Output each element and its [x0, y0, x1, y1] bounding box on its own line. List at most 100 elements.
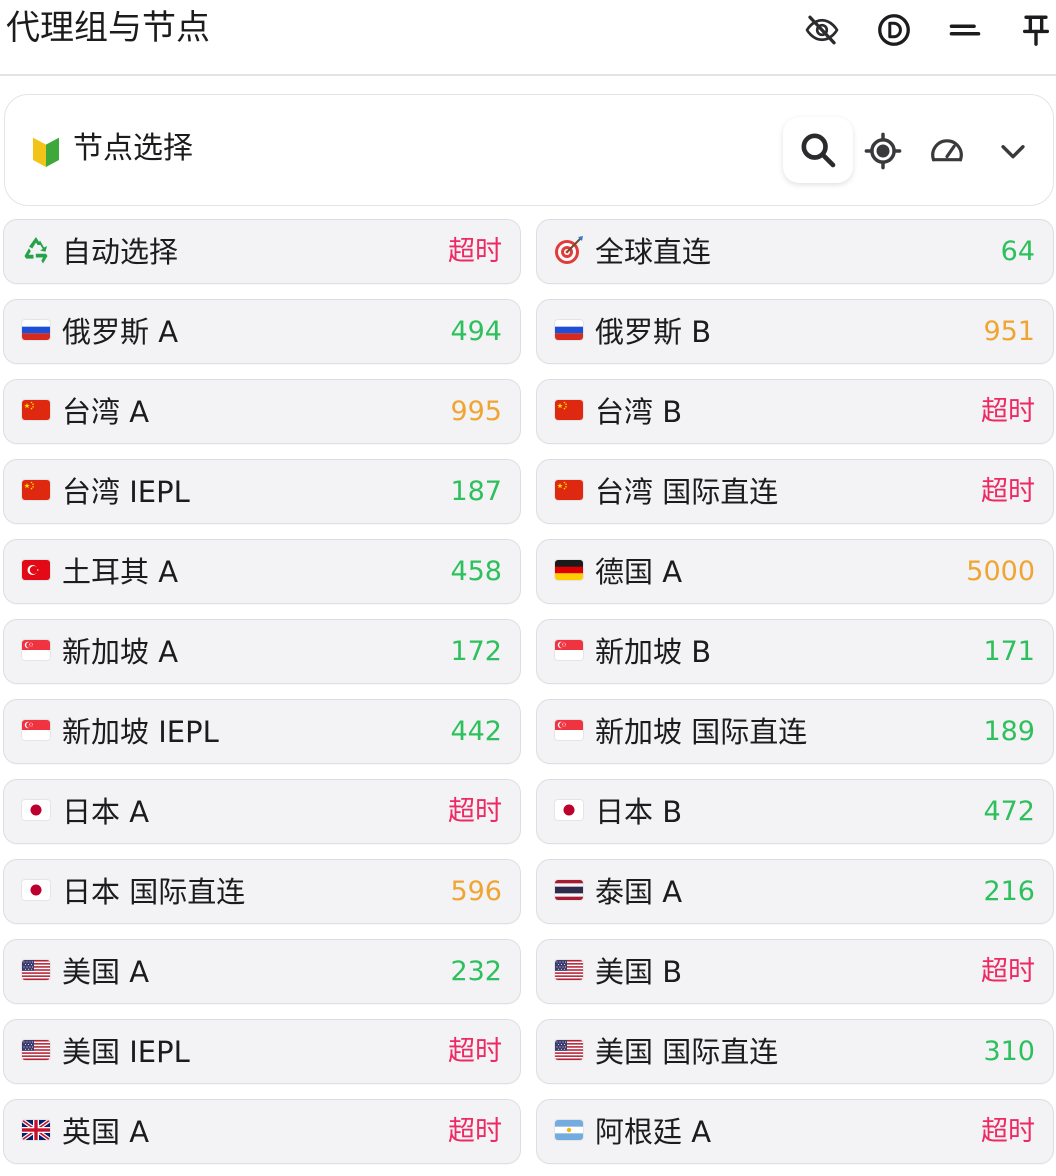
us-flag-icon	[555, 1040, 583, 1060]
sg-flag-icon	[22, 640, 50, 660]
title-bar: 代理组与节点	[0, 0, 1056, 76]
node-delay[interactable]: 232	[450, 952, 502, 992]
proxy-node-card[interactable]: 全球直连 64	[536, 219, 1054, 284]
tw-flag-icon	[22, 480, 50, 500]
tw-flag-icon	[555, 480, 583, 500]
node-delay[interactable]: 187	[450, 472, 502, 512]
node-delay[interactable]: 超时	[981, 1112, 1035, 1152]
node-delay[interactable]: 995	[450, 392, 502, 432]
node-delay[interactable]: 472	[983, 792, 1035, 832]
node-delay[interactable]: 超时	[448, 792, 502, 832]
chevron-down-icon[interactable]	[991, 129, 1035, 173]
node-name: 自动选择	[62, 235, 179, 269]
node-delay[interactable]: 64	[1001, 232, 1035, 272]
proxy-node-card[interactable]: 美国 A 232	[3, 939, 521, 1004]
node-delay[interactable]: 442	[450, 712, 502, 752]
node-delay[interactable]: 458	[450, 552, 502, 592]
proxy-node-card[interactable]: 泰国 A 216	[536, 859, 1054, 924]
search-icon	[801, 133, 836, 168]
node-name: 台湾 B	[595, 395, 683, 429]
proxy-node-card[interactable]: 阿根廷 A 超时	[536, 1099, 1054, 1164]
tr-flag-icon	[22, 560, 50, 580]
proxy-node-card[interactable]: 俄罗斯 B 951	[536, 299, 1054, 364]
proxy-node-card[interactable]: 自动选择 超时	[3, 219, 521, 284]
node-name: 俄罗斯 B	[595, 315, 712, 349]
node-name: 土耳其 A	[62, 555, 179, 589]
tw-flag-icon	[22, 400, 50, 420]
us-flag-icon	[22, 1040, 50, 1060]
node-name: 美国 A	[62, 955, 150, 989]
eye-slash-icon[interactable]	[802, 10, 842, 50]
page-title: 代理组与节点	[6, 8, 210, 48]
node-delay[interactable]: 超时	[981, 472, 1035, 512]
th-flag-icon	[555, 880, 583, 900]
sg-flag-icon	[555, 720, 583, 740]
node-delay[interactable]: 216	[983, 872, 1035, 912]
sg-flag-icon	[555, 640, 583, 660]
node-name: 新加坡 B	[595, 635, 712, 669]
proxy-node-card[interactable]: 台湾 IEPL 187	[3, 459, 521, 524]
proxy-node-card[interactable]: 英国 A 超时	[3, 1099, 521, 1164]
pin-icon[interactable]	[1016, 10, 1056, 50]
target-icon	[553, 234, 585, 266]
locate-icon[interactable]	[861, 129, 905, 173]
node-delay[interactable]: 171	[983, 632, 1035, 672]
node-delay[interactable]: 超时	[448, 1032, 502, 1072]
node-delay[interactable]: 172	[450, 632, 502, 672]
proxy-node-card[interactable]: 台湾 A 995	[3, 379, 521, 444]
node-name: 俄罗斯 A	[62, 315, 179, 349]
proxy-group-header[interactable]: 节点选择	[4, 94, 1054, 206]
node-delay[interactable]: 494	[450, 312, 502, 352]
proxy-node-card[interactable]: 德国 A 5000	[536, 539, 1054, 604]
speed-test-icon[interactable]	[925, 129, 969, 173]
node-delay[interactable]: 超时	[448, 1112, 502, 1152]
node-name: 新加坡 国际直连	[595, 715, 808, 749]
node-name: 台湾 国际直连	[595, 475, 779, 509]
node-name: 日本 B	[595, 795, 683, 829]
group-name: 节点选择	[73, 131, 193, 166]
proxy-node-card[interactable]: 土耳其 A 458	[3, 539, 521, 604]
node-delay[interactable]: 5000	[966, 552, 1035, 592]
node-delay[interactable]: 596	[450, 872, 502, 912]
node-name: 英国 A	[62, 1115, 150, 1149]
node-name: 全球直连	[595, 235, 712, 269]
node-name: 德国 A	[595, 555, 683, 589]
proxy-node-card[interactable]: 日本 B 472	[536, 779, 1054, 844]
proxy-node-card[interactable]: 台湾 B 超时	[536, 379, 1054, 444]
node-name: 日本 国际直连	[62, 875, 246, 909]
node-delay[interactable]: 超时	[981, 952, 1035, 992]
search-button[interactable]	[783, 117, 853, 183]
node-name: 新加坡 IEPL	[62, 715, 219, 749]
proxy-node-card[interactable]: 新加坡 B 171	[536, 619, 1054, 684]
us-flag-icon	[555, 960, 583, 980]
node-delay[interactable]: 超时	[448, 232, 502, 272]
proxy-node-card[interactable]: 俄罗斯 A 494	[3, 299, 521, 364]
proxy-node-card[interactable]: 台湾 国际直连 超时	[536, 459, 1054, 524]
proxy-node-card[interactable]: 新加坡 IEPL 442	[3, 699, 521, 764]
de-flag-icon	[555, 560, 583, 580]
recycle-icon	[20, 234, 52, 266]
proxy-node-card[interactable]: 日本 A 超时	[3, 779, 521, 844]
jp-flag-icon	[22, 880, 50, 900]
node-name: 美国 B	[595, 955, 683, 989]
proxy-node-card[interactable]: 新加坡 A 172	[3, 619, 521, 684]
proxy-node-card[interactable]: 美国 IEPL 超时	[3, 1019, 521, 1084]
ru-flag-icon	[555, 320, 583, 340]
proxy-node-card[interactable]: 美国 B 超时	[536, 939, 1054, 1004]
node-delay[interactable]: 310	[983, 1032, 1035, 1072]
ar-flag-icon	[555, 1120, 583, 1140]
jp-flag-icon	[22, 800, 50, 820]
proxy-node-card[interactable]: 美国 国际直连 310	[536, 1019, 1054, 1084]
proxy-node-card[interactable]: 日本 国际直连 596	[3, 859, 521, 924]
node-list: 自动选择 超时 全球直连 64 俄罗斯 A 494 俄罗斯 B 951 台湾 A 995 台湾 B超…	[3, 219, 1055, 1164]
proxy-node-card[interactable]: 新加坡 国际直连 189	[536, 699, 1054, 764]
node-delay[interactable]: 189	[983, 712, 1035, 752]
node-delay[interactable]: 超时	[981, 392, 1035, 432]
node-name: 泰国 A	[595, 875, 683, 909]
node-delay[interactable]: 951	[983, 312, 1035, 352]
tw-flag-icon	[555, 400, 583, 420]
node-name: 日本 A	[62, 795, 150, 829]
minimize-icon[interactable]	[945, 10, 985, 50]
d-circle-icon[interactable]	[874, 10, 914, 50]
node-name: 台湾 IEPL	[62, 475, 190, 509]
